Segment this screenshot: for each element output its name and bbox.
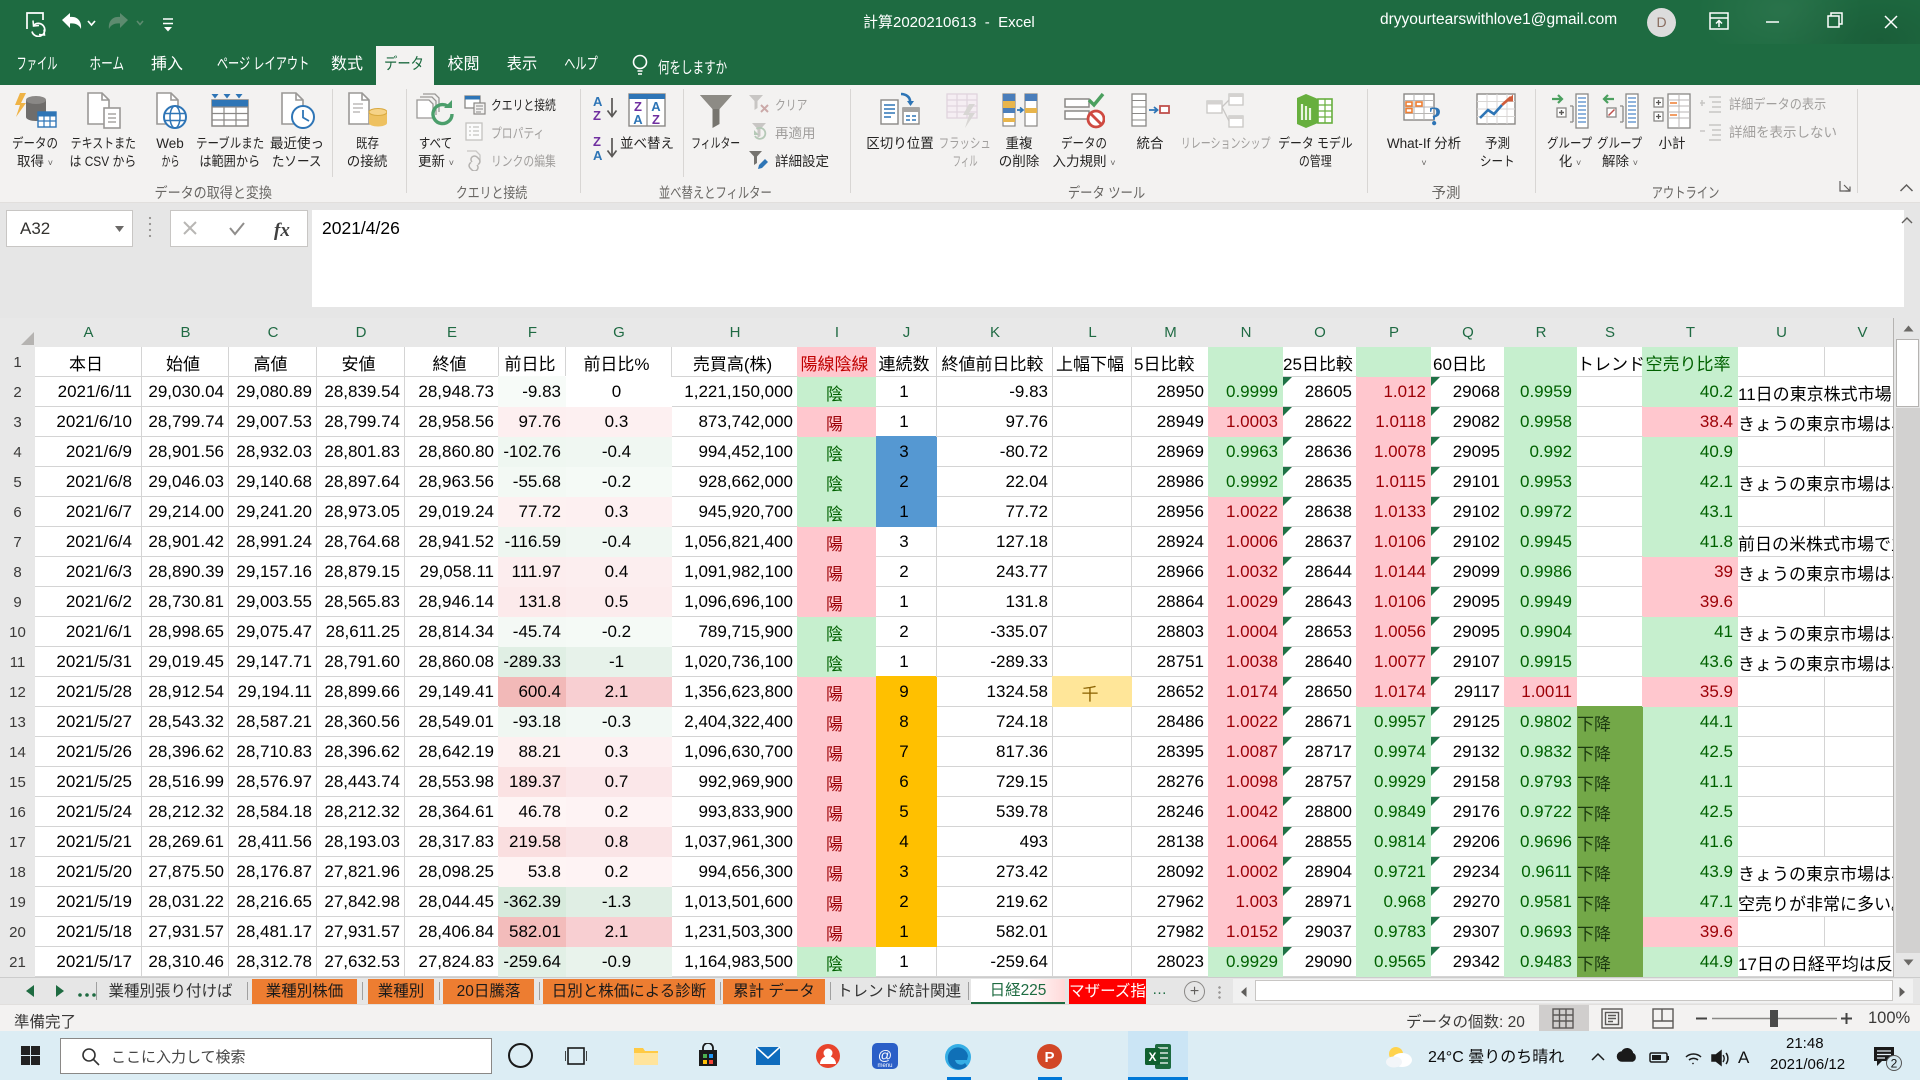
svg-text:2: 2: [1891, 1057, 1898, 1071]
svg-text:A: A: [1738, 1048, 1750, 1067]
svg-text:A: A: [633, 112, 643, 127]
svg-text:@: @: [878, 1047, 892, 1063]
svg-text:P: P: [1044, 1049, 1054, 1066]
svg-text:menu: menu: [877, 1063, 892, 1069]
svg-text:fx: fx: [274, 220, 290, 241]
svg-text:X: X: [1148, 1050, 1156, 1064]
